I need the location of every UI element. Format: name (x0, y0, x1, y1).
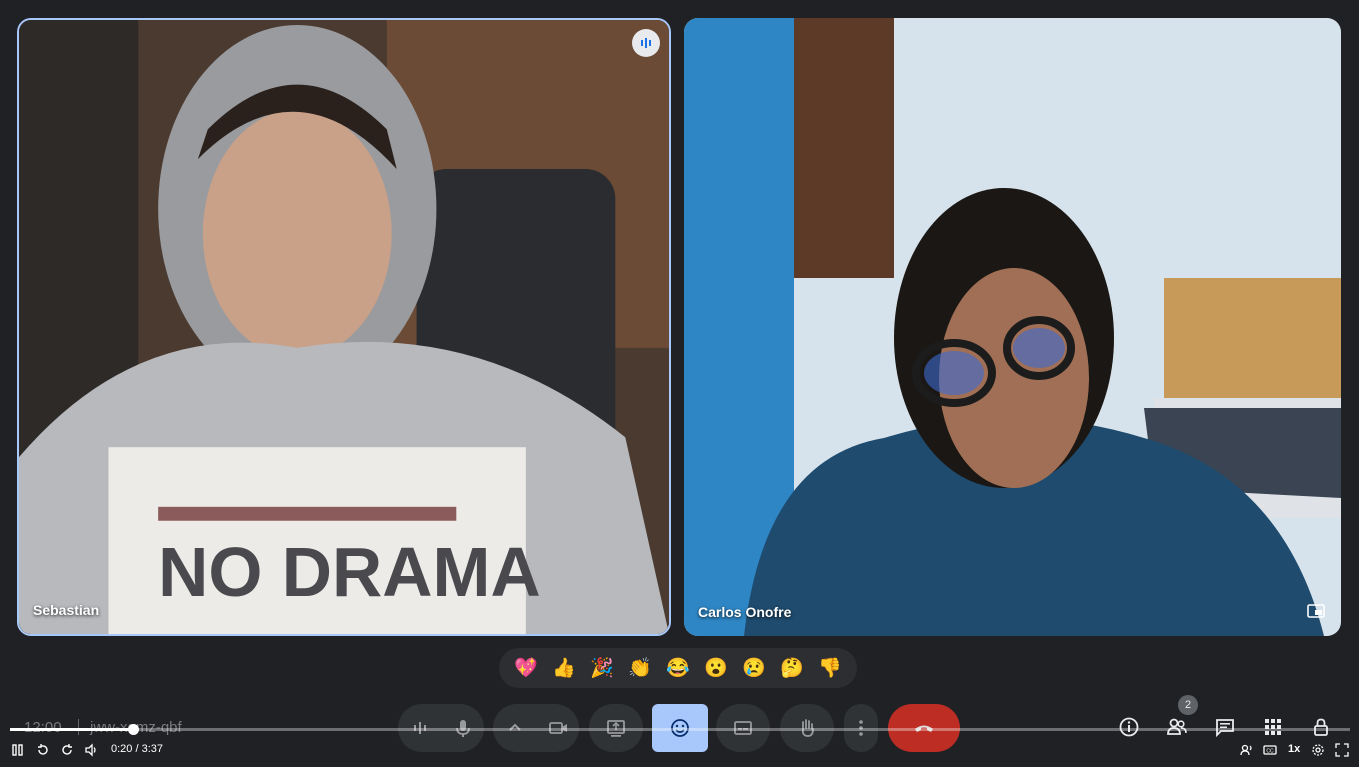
chat-button[interactable] (1212, 714, 1238, 740)
transcript-button[interactable] (1239, 742, 1255, 758)
meeting-details-button[interactable] (1116, 714, 1142, 740)
rewind-icon (38, 744, 48, 755)
participant-name: Sebastian (33, 602, 100, 618)
svg-text:NO DRAMA: NO DRAMA (158, 533, 541, 611)
reaction-laughing[interactable]: 😂 (662, 652, 694, 684)
reaction-crying[interactable]: 😢 (738, 652, 770, 684)
reaction-clapping[interactable]: 👏 (624, 652, 656, 684)
voice-transcript-icon (1240, 744, 1252, 756)
video-feed-sebastian: NO DRAMA (19, 20, 669, 634)
lock-person-icon (1314, 718, 1328, 736)
people-icon (1167, 718, 1187, 735)
participant-tile-carlos[interactable]: Carlos Onofre (684, 18, 1341, 636)
chat-icon (1216, 719, 1234, 738)
pause-icon (12, 744, 23, 756)
svg-text:CC: CC (1266, 748, 1274, 754)
reaction-thumbs-up[interactable]: 👍 (548, 652, 580, 684)
settings-button[interactable] (1310, 742, 1326, 758)
apps-grid-icon (1265, 719, 1281, 735)
volume-button[interactable] (83, 742, 99, 758)
cc-icon: CC (1263, 745, 1277, 755)
reaction-bar: 💖 👍 🎉 👏 😂 😮 😢 🤔 👎 (499, 648, 857, 688)
people-count-badge: 2 (1178, 695, 1198, 715)
player-progress-fill (10, 728, 134, 731)
gear-icon (1312, 744, 1324, 756)
fullscreen-button[interactable] (1334, 742, 1350, 758)
host-controls-button[interactable] (1308, 714, 1334, 740)
speaker-icon (85, 743, 96, 757)
info-icon (1119, 717, 1139, 737)
playback-speed[interactable]: 1x (1288, 743, 1300, 755)
video-feed-carlos (684, 18, 1341, 636)
fast-forward-button[interactable] (59, 742, 75, 758)
player-progress-bar[interactable] (10, 724, 1350, 735)
activities-button[interactable] (1260, 714, 1286, 740)
picture-in-picture-icon[interactable] (1305, 602, 1327, 620)
fast-forward-icon (62, 744, 72, 755)
fullscreen-icon (1335, 743, 1349, 757)
reaction-party-popper[interactable]: 🎉 (586, 652, 618, 684)
speaking-indicator-icon (632, 29, 660, 57)
player-time: 0:20 / 3:37 (111, 743, 163, 755)
reaction-surprised[interactable]: 😮 (700, 652, 732, 684)
reaction-thumbs-down[interactable]: 👎 (814, 652, 846, 684)
participant-name: Carlos Onofre (698, 604, 792, 620)
reaction-sparkling-heart[interactable]: 💖 (510, 652, 542, 684)
pause-button[interactable] (10, 742, 26, 758)
rewind-button[interactable] (35, 742, 51, 758)
reaction-thinking[interactable]: 🤔 (776, 652, 808, 684)
divider (78, 719, 79, 735)
people-button[interactable] (1164, 714, 1190, 740)
closed-captions-button[interactable]: CC (1262, 742, 1278, 758)
participant-tile-sebastian[interactable]: NO DRAMA Sebastian (17, 18, 671, 636)
